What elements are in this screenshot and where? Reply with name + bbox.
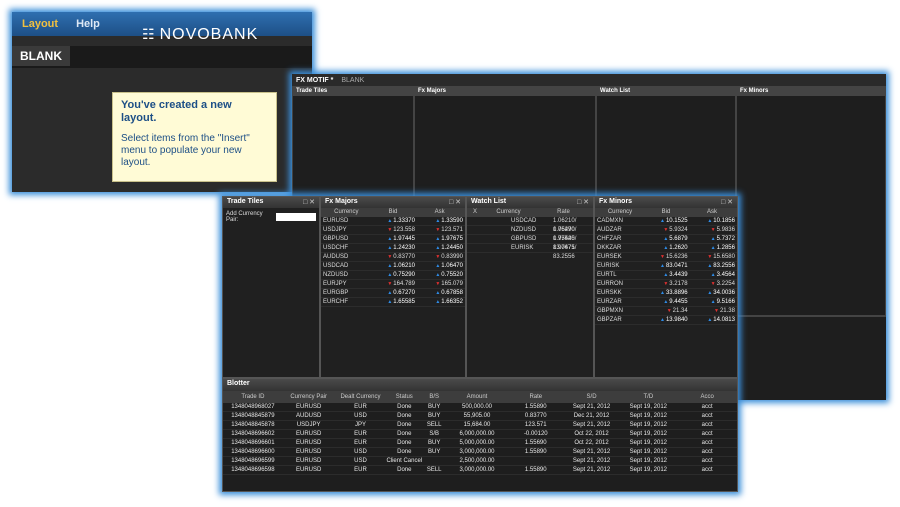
price-row[interactable]: EURCHF1.655851.66352 xyxy=(321,298,465,307)
price-row[interactable]: USDCAD1.062101.06470 xyxy=(321,262,465,271)
price-row[interactable]: EURJPY164.789165.079 xyxy=(321,280,465,289)
panel-title: Watch List xyxy=(471,198,507,205)
price-row[interactable]: AUDZAR5.93245.9836 xyxy=(595,226,737,235)
blotter-row[interactable]: 1348048696599 EURUSD USD Client Cancel 2,500… xyxy=(223,457,737,466)
window-controls-icon[interactable]: □ ✕ xyxy=(449,198,461,207)
price-row[interactable]: GBPUSD1.974451.97675 xyxy=(321,235,465,244)
add-currency-input[interactable] xyxy=(276,213,316,221)
price-row[interactable]: USDCHF1.242301.24450 xyxy=(321,244,465,253)
price-row[interactable]: EURISK83.047183.2556 xyxy=(595,262,737,271)
blotter-column-header[interactable]: Status xyxy=(386,391,422,403)
tab-blank[interactable]: BLANK xyxy=(341,77,364,84)
blotter-column-header[interactable]: T/D xyxy=(619,391,677,403)
add-currency-pair: Add Currency Pair: xyxy=(223,208,319,226)
blotter-row[interactable]: 1348048845878 USDJPY JPY Done SELL 15,684.00 1… xyxy=(223,421,737,430)
empty-layout-tip: You've created a new layout. Select item… xyxy=(112,92,277,182)
price-row[interactable]: EURISK 83.0471/ 83.2556 xyxy=(467,244,593,260)
blotter-column-header[interactable]: Currency Pair xyxy=(283,391,335,403)
price-row[interactable]: EURSEK15.623615.6580 xyxy=(595,253,737,262)
price-row[interactable]: EURGBP0.672700.67858 xyxy=(321,289,465,298)
grid-icon: ☷ xyxy=(142,26,156,42)
blotter-column-header[interactable]: Acco xyxy=(677,391,737,403)
blotter-row[interactable]: 1348048845879 AUDUSD USD Done BUY 55,905.00 0.… xyxy=(223,412,737,421)
price-row[interactable]: EURUSD1.333701.33590 xyxy=(321,217,465,226)
window-controls-icon[interactable]: □ ✕ xyxy=(303,198,315,207)
panel-title: Blotter xyxy=(227,380,250,387)
column-headers: Currency Bid Ask xyxy=(595,208,737,217)
price-row[interactable]: NZDUSD0.752900.75520 xyxy=(321,271,465,280)
price-row[interactable]: NZDUSD 0.75290/ 0.75520 xyxy=(467,226,593,242)
blotter-column-header[interactable]: Trade ID xyxy=(223,391,283,403)
price-row[interactable]: CADMXN10.152510.1856 xyxy=(595,217,737,226)
blotter-column-header[interactable]: B/S xyxy=(422,391,446,403)
fx-majors-panel: Fx Majors □ ✕ CurrencyBidAsk EURUSD1.3337… xyxy=(320,196,466,378)
layout-tab-bar: BLANK xyxy=(12,46,312,68)
price-row[interactable]: EURZAR9.44559.5166 xyxy=(595,298,737,307)
price-row[interactable]: DKKZAR1.26201.2856 xyxy=(595,244,737,253)
window-controls-icon[interactable]: □ ✕ xyxy=(721,198,733,207)
price-row[interactable]: EURRON3.21783.2254 xyxy=(595,280,737,289)
price-row[interactable]: GBPZAR13.984014.0813 xyxy=(595,316,737,325)
majors-body: EURUSD1.333701.33590USDJPY123.558123.571… xyxy=(321,217,465,307)
watch-body: USDCAD 1.06210/ 1.06470 NZDUSD 0.75290/ 0.7… xyxy=(467,217,593,260)
column-headers: X Currency Rate xyxy=(467,208,593,217)
price-row[interactable]: CHFZAR5.68795.7372 xyxy=(595,235,737,244)
blotter-row[interactable]: 1348048696601 EURUSD EUR Done BUY 5,000,000.0… xyxy=(223,439,737,448)
add-currency-label: Add Currency Pair: xyxy=(226,211,263,223)
fx-trading-window: Trade Tiles □ ✕ Add Currency Pair: Fx Maj… xyxy=(222,196,738,492)
trade-tiles-panel: Trade Tiles □ ✕ Add Currency Pair: xyxy=(222,196,320,378)
window-controls-icon[interactable]: □ ✕ xyxy=(577,198,589,207)
tab-fx-motif[interactable]: FX MOTIF * xyxy=(296,77,333,84)
blotter-row[interactable]: 1348048696602 EURUSD EUR Done S/B 6,000,000.0… xyxy=(223,430,737,439)
blotter-row[interactable]: 1348048968027 EURUSD EUR Done BUY 500,000.00 1… xyxy=(223,403,737,412)
brand-logo: ☷ NOVOBANK xyxy=(142,26,259,43)
blotter-column-header[interactable]: Amount xyxy=(446,391,508,403)
blank-layout-window: Layout Help ☷ NOVOBANK BLANK You've creat… xyxy=(12,12,312,192)
panel-title: Fx Minors xyxy=(599,198,633,205)
price-row[interactable]: AUDUSD0.837700.83990 xyxy=(321,253,465,262)
price-row[interactable]: USDJPY123.558123.571 xyxy=(321,226,465,235)
fx-minors-panel: Fx Minors xyxy=(736,86,886,316)
blotter-column-headers: Trade ID Currency Pair Dealt Currency Statu… xyxy=(223,391,737,403)
tip-title: You've created a new layout. xyxy=(121,99,232,124)
price-row[interactable]: EURSKK33.889634.0036 xyxy=(595,289,737,298)
price-row[interactable]: USDCAD 1.06210/ 1.06470 xyxy=(467,217,593,233)
tip-body: Select items from the "Insert" menu to p… xyxy=(121,133,250,168)
price-row[interactable]: GBPUSD 1.97445/ 1.97675 xyxy=(467,235,593,251)
blotter-row[interactable]: 1348048696600 EURUSD USD Done BUY 3,000,000.0… xyxy=(223,448,737,457)
menu-help[interactable]: Help xyxy=(76,18,100,30)
blotter-panel: Blotter Trade ID Currency Pair Dealt Curre… xyxy=(222,378,738,492)
blotter-column-header[interactable]: S/D xyxy=(564,391,620,403)
blotter-body: 1348048968027 EURUSD EUR Done BUY 500,000.00 1… xyxy=(223,403,737,475)
blotter-column-header[interactable]: Dealt Currency xyxy=(335,391,387,403)
panel-title: Trade Tiles xyxy=(227,198,264,205)
blotter-row[interactable]: 1348048696598 EURUSD EUR Done SELL 3,000,000.… xyxy=(223,466,737,475)
price-row[interactable]: EURTL3.44393.4564 xyxy=(595,271,737,280)
panel-title: Fx Majors xyxy=(325,198,358,205)
price-row[interactable]: GBPMXN21.3421.38 xyxy=(595,307,737,316)
blotter-column-header[interactable]: Rate xyxy=(508,391,564,403)
fx-minors-panel: Fx Minors □ ✕ CurrencyBidAsk CADMXN10.152… xyxy=(594,196,738,378)
watch-list-panel: Watch List □ ✕ X Currency Rate USDCAD 1.0621… xyxy=(466,196,594,378)
menu-layout[interactable]: Layout xyxy=(22,18,58,30)
column-headers: Currency Bid Ask xyxy=(321,208,465,217)
tab-blank[interactable]: BLANK xyxy=(12,46,70,66)
layout-tab-bar: FX MOTIF * BLANK xyxy=(292,74,886,86)
panel-row: Trade Tiles □ ✕ Add Currency Pair: Fx Maj… xyxy=(222,196,738,378)
minors-body: CADMXN10.152510.1856AUDZAR5.93245.9836CH… xyxy=(595,217,737,325)
